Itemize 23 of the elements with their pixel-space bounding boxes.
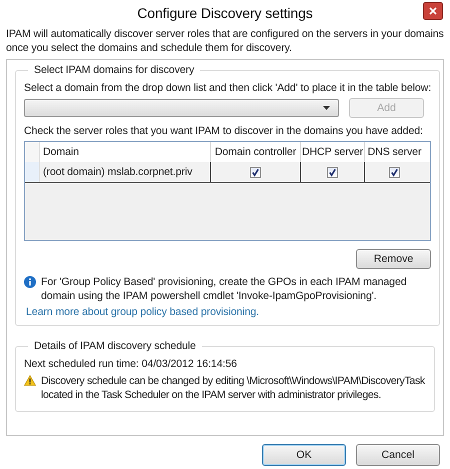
caret-icon (323, 106, 330, 110)
checkbox[interactable] (389, 166, 400, 178)
domain-dropdown[interactable] (24, 99, 339, 117)
group-legend: Details of IPAM discovery schedule (28, 340, 202, 352)
remove-button[interactable]: Remove (356, 249, 432, 269)
window-title: Configure Discovery settings (137, 4, 313, 21)
dialog-button[interactable]: OK (262, 444, 346, 466)
table-cell: (root domain) mslab.corpnet.priv (40, 162, 211, 182)
next-run-text: Next scheduled run time: 04/03/2012 16:14:56 (24, 357, 238, 371)
warning-icon (24, 375, 36, 386)
instruction-text: Select a domain from the drop down list and then click 'Add' to place it in the table below: (24, 81, 432, 95)
column-header[interactable]: DNS server (365, 142, 424, 162)
instruction-text: Check the server roles that you want IPAM to discover in the domains you have added: (24, 124, 424, 138)
checkbox[interactable] (327, 166, 338, 178)
warning-text: Discovery schedule can be changed by editing \Microsoft\Windows\IPAM\DiscoveryTask located in the Task Scheduler on the IPAM server with administrator privileges. (41, 374, 426, 402)
dialog-button[interactable]: Cancel (356, 444, 440, 466)
intro-text: IPAM will automatically discover server roles that are configured on the servers in your domains once you select the domains and schedule them for discovery. (6, 27, 444, 55)
info-icon (24, 276, 36, 288)
checkbox[interactable] (250, 166, 261, 178)
group-legend: Select IPAM domains for discovery (28, 64, 200, 76)
close-icon[interactable] (423, 2, 443, 20)
info-text: For 'Group Policy Based' provisioning, create the GPOs in each IPAM managed domain using the IPAM powershell cmdlet 'Invoke-IpamGpoProvisioning'. (41, 275, 408, 303)
help-link[interactable]: Learn more about group policy based provisioning. (26, 306, 432, 318)
